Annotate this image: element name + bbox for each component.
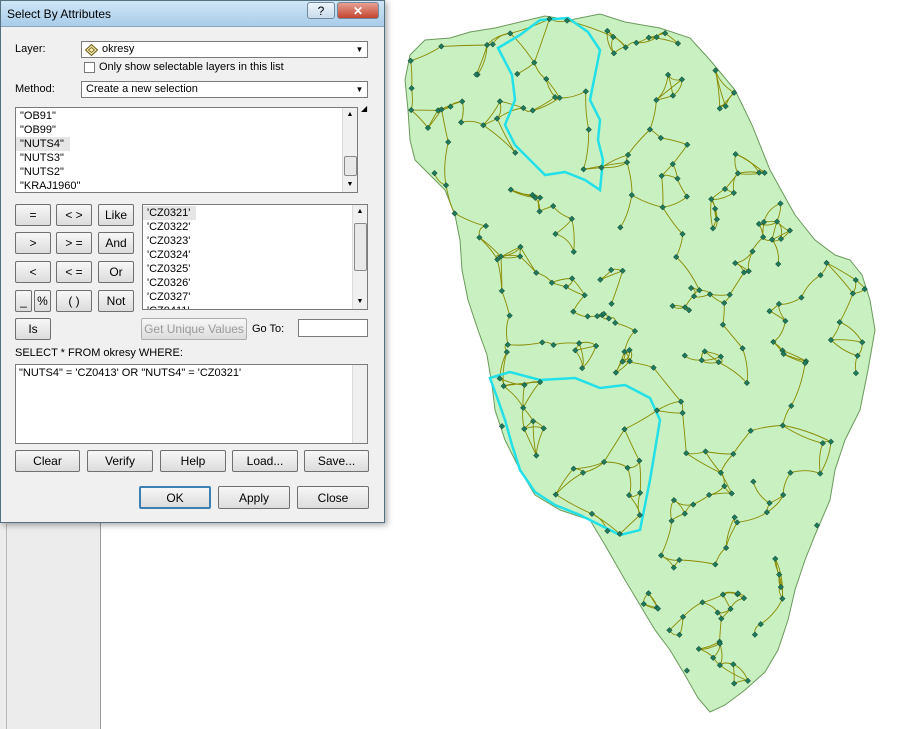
values-items: 'CZ0321' 'CZ0322' 'CZ0323' 'CZ0324' 'CZ0325'… (143, 205, 367, 309)
list-item-label: 'CZ0322' (147, 221, 191, 233)
scroll-down-icon[interactable]: ▼ (353, 295, 367, 309)
list-item-label: "OB99" (20, 124, 56, 136)
parentheses-button[interactable]: ( ) (56, 290, 92, 312)
list-item[interactable]: 'CZ0324' (143, 248, 367, 262)
list-item-label: "NUTS3" (20, 152, 64, 164)
layer-value: okresy (102, 43, 135, 55)
list-item-label: "KRAJ1960" (20, 180, 81, 192)
list-item[interactable]: 'CZ0322' (143, 220, 367, 234)
not-equal-button[interactable]: < > (56, 204, 92, 226)
fields-list[interactable]: "OB91" "OB99" "NUTS4" "NUTS3" "NUTS2" "KRAJ19… (15, 107, 358, 193)
list-item-label: 'CZ0321' (143, 206, 197, 220)
unique-values-list[interactable]: 'CZ0321' 'CZ0322' 'CZ0323' 'CZ0324' 'CZ0325'… (142, 204, 368, 310)
method-dropdown[interactable]: Create a new selection ▼ (81, 81, 368, 98)
equals-button[interactable]: = (15, 204, 51, 226)
not-button[interactable]: Not (98, 290, 134, 312)
list-item[interactable]: 'CZ0326' (143, 276, 367, 290)
list-item-label: 'CZ0323' (147, 235, 191, 247)
help-button[interactable]: Help (160, 450, 226, 472)
list-item[interactable]: 'CZ0321' (143, 206, 367, 220)
close-button[interactable]: Close (297, 486, 369, 509)
greater-equal-button[interactable]: > = (56, 232, 92, 254)
less-than-button[interactable]: < (15, 261, 51, 283)
like-button[interactable]: Like (98, 204, 134, 226)
query-expression: "NUTS4" = 'CZ0413' OR "NUTS4" = 'CZ0321' (19, 367, 242, 379)
less-equal-button[interactable]: < = (56, 261, 92, 283)
select-by-attributes-dialog: Select By Attributes ? ✕ Layer: okresy ▼… (0, 0, 385, 523)
list-item-label: 'CZ0325' (147, 263, 191, 275)
layer-dropdown[interactable]: okresy ▼ (81, 41, 368, 58)
layer-diamond-icon (85, 44, 98, 56)
list-item-label: 'CZ0324' (147, 249, 191, 261)
list-item-label: 'CZ0411' (143, 304, 190, 309)
save-button[interactable]: Save... (304, 450, 369, 472)
scroll-up-icon[interactable]: ▲ (353, 205, 367, 219)
scroll-thumb[interactable] (354, 223, 367, 271)
list-item-label: "NUTS2" (20, 166, 64, 178)
goto-input[interactable] (298, 319, 368, 337)
list-item[interactable]: "KRAJ1960" (16, 179, 357, 192)
list-item[interactable]: 'CZ0323' (143, 234, 367, 248)
scroll-thumb[interactable] (344, 156, 357, 176)
list-item[interactable]: "OB99" (16, 123, 357, 137)
method-label: Method: (15, 83, 55, 95)
scroll-up-icon[interactable]: ▲ (343, 108, 357, 122)
window-title: Select By Attributes (7, 7, 112, 21)
close-title-button[interactable]: ✕ (337, 2, 379, 19)
list-item[interactable]: 'CZ0327' (143, 290, 367, 304)
underscore-button[interactable]: _ (15, 290, 32, 312)
list-item-label: 'CZ0327' (147, 291, 191, 303)
list-item[interactable]: 'CZ0325' (143, 262, 367, 276)
load-button[interactable]: Load... (232, 450, 298, 472)
percent-button[interactable]: % (34, 290, 51, 312)
get-unique-values-button[interactable]: Get Unique Values (141, 318, 247, 340)
greater-than-button[interactable]: > (15, 232, 51, 254)
chevron-down-icon[interactable]: ▼ (353, 83, 366, 96)
list-item[interactable]: "NUTS3" (16, 151, 357, 165)
ok-button[interactable]: OK (139, 486, 211, 509)
fields-scrollbar[interactable]: ▲ ▼ (342, 108, 357, 192)
help-title-button[interactable]: ? (307, 2, 335, 19)
list-item[interactable]: "NUTS2" (16, 165, 357, 179)
list-item-label: "NUTS4" (16, 137, 70, 151)
values-scrollbar[interactable]: ▲ ▼ (352, 205, 367, 309)
scroll-down-icon[interactable]: ▼ (343, 178, 357, 192)
dialog-body: Layer: okresy ▼ Only show selectable lay… (7, 27, 378, 518)
or-button[interactable]: Or (98, 261, 134, 283)
title-bar[interactable]: Select By Attributes ? ✕ (1, 1, 384, 27)
method-value: Create a new selection (86, 83, 198, 95)
verify-button[interactable]: Verify (87, 450, 153, 472)
is-button[interactable]: Is (15, 318, 51, 340)
layer-label: Layer: (15, 43, 46, 55)
only-selectable-checkbox[interactable] (84, 62, 95, 73)
query-scrollbar[interactable] (352, 365, 367, 443)
list-item-label: "OB91" (20, 110, 56, 122)
list-item-label: 'CZ0326' (147, 277, 191, 289)
query-expression-box[interactable]: "NUTS4" = 'CZ0413' OR "NUTS4" = 'CZ0321' (15, 364, 368, 444)
goto-label: Go To: (252, 323, 285, 335)
list-item[interactable]: "OB91" (16, 109, 357, 123)
and-button[interactable]: And (98, 232, 134, 254)
resize-grip-icon[interactable]: ◢ (361, 105, 368, 113)
chevron-down-icon[interactable]: ▼ (353, 43, 366, 56)
background-panel (0, 520, 101, 729)
fields-items: "OB91" "OB99" "NUTS4" "NUTS3" "NUTS2" "KRAJ19… (16, 108, 357, 192)
only-selectable-label: Only show selectable layers in this list (99, 61, 284, 73)
map-view[interactable] (392, 0, 904, 729)
apply-button[interactable]: Apply (218, 486, 290, 509)
sql-prefix-label: SELECT * FROM okresy WHERE: (15, 347, 183, 359)
background-panel-border (6, 524, 95, 729)
list-item[interactable]: "NUTS4" (16, 137, 357, 151)
list-item[interactable]: 'CZ0411' (143, 304, 367, 309)
clear-button[interactable]: Clear (15, 450, 80, 472)
